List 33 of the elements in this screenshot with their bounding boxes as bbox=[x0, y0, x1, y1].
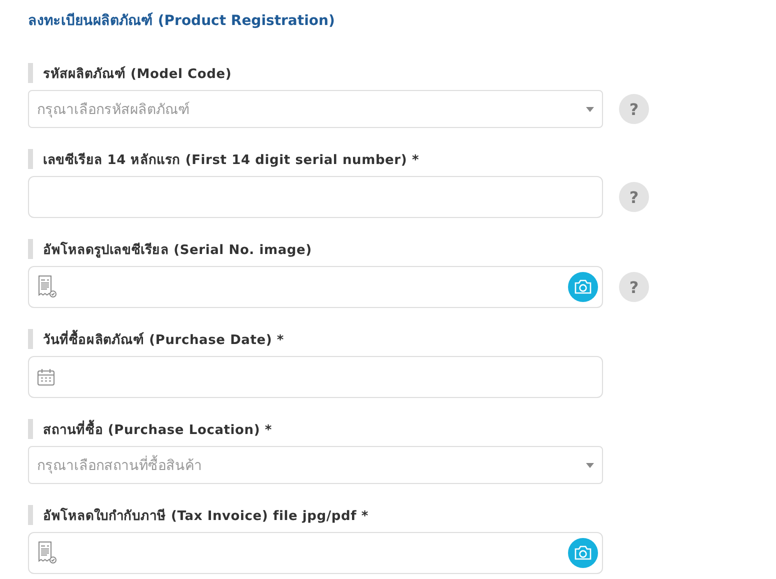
field-label: เลขซีเรียล 14 หลักแรก (First 14 digit serial number) * bbox=[43, 152, 420, 170]
label-marker bbox=[28, 239, 33, 259]
label-marker bbox=[28, 505, 33, 525]
label-marker bbox=[28, 419, 33, 439]
field-label: อัพโหลดใบกำกับภาษี (Tax Invoice) file jpg/pdf * bbox=[43, 506, 369, 526]
help-button[interactable]: ? bbox=[619, 182, 649, 212]
receipt-icon bbox=[37, 275, 57, 299]
caret-icon bbox=[586, 462, 594, 468]
label-marker bbox=[28, 149, 33, 169]
help-button[interactable]: ? bbox=[619, 94, 649, 124]
field-label: สถานที่ซื้อ (Purchase Location) * bbox=[43, 418, 272, 440]
select-placeholder: กรุณาเลือกรหัสผลิตภัณฑ์ bbox=[37, 100, 190, 120]
calendar-icon bbox=[37, 368, 55, 386]
camera-button[interactable] bbox=[568, 272, 598, 302]
select-field[interactable]: กรุณาเลือกสถานที่ซื้อสินค้า bbox=[28, 446, 603, 484]
label-marker bbox=[28, 329, 33, 349]
caret-icon bbox=[586, 106, 594, 112]
upload-field[interactable] bbox=[28, 532, 603, 574]
help-button[interactable]: ? bbox=[619, 272, 649, 302]
form-heading: ลงทะเบียนผลิตภัณฑ์ (Product Registration) bbox=[28, 12, 335, 31]
field-label: อัพโหลดรูปเลขซีเรียล (Serial No. image) bbox=[43, 240, 312, 260]
camera-icon bbox=[574, 279, 592, 295]
input-field[interactable] bbox=[28, 176, 603, 218]
camera-button[interactable] bbox=[568, 538, 598, 568]
camera-icon bbox=[574, 545, 592, 561]
select-placeholder: กรุณาเลือกสถานที่ซื้อสินค้า bbox=[37, 454, 202, 476]
select-field[interactable]: กรุณาเลือกรหัสผลิตภัณฑ์ bbox=[28, 90, 603, 128]
label-marker bbox=[28, 63, 33, 83]
field-label: รหัสผลิตภัณฑ์ (Model Code) bbox=[43, 65, 232, 84]
field-label: วันที่ซื้อผลิตภัณฑ์ (Purchase Date) * bbox=[43, 328, 284, 350]
receipt-icon bbox=[37, 541, 57, 565]
upload-field[interactable] bbox=[28, 266, 603, 308]
date-field[interactable] bbox=[28, 356, 603, 398]
